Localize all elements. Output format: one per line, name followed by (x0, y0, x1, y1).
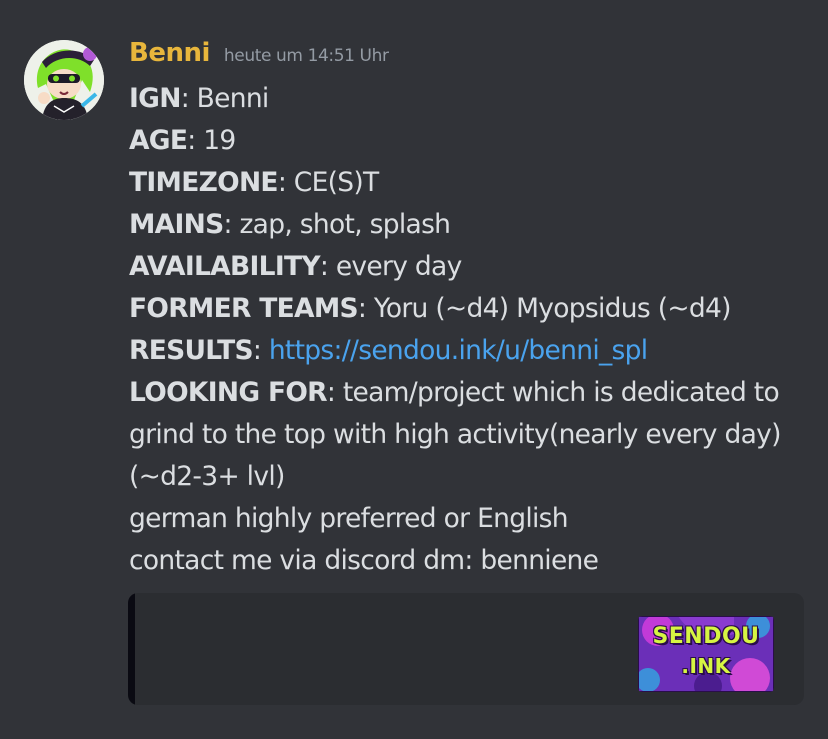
message-line: AVAILABILITY: every day (129, 246, 809, 288)
avatar-image-icon (24, 40, 104, 120)
field-value: CE(S)T (286, 167, 379, 198)
embed-thumbnail[interactable]: SENDOU .INK (638, 616, 774, 692)
field-separator: : (319, 251, 329, 282)
message-line: AGE: 19 (129, 120, 809, 162)
thumbnail-title-line2: .INK (681, 654, 731, 678)
message-line: german highly preferred or English (129, 498, 809, 540)
message-line: IGN: Benni (129, 78, 809, 120)
field-separator: : (252, 335, 269, 366)
field-key: TIMEZONE (129, 167, 279, 198)
link-embed: SENDOU .INK (128, 593, 804, 705)
author-name[interactable]: Benni (129, 38, 210, 68)
message-line: MAINS: zap, shot, splash (129, 204, 809, 246)
message-line: TIMEZONE: CE(S)T (129, 162, 809, 204)
message-line: contact me via discord dm: benniene (129, 540, 809, 582)
field-key: FORMER TEAMS (129, 293, 359, 324)
message-content: IGN: Benni AGE: 19 TIMEZONE: CE(S)T MAIN… (129, 78, 809, 582)
field-key: IGN (129, 83, 181, 114)
field-key: AGE (129, 125, 188, 156)
field-value: zap, shot, splash (231, 209, 451, 240)
message-timestamp: heute um 14:51 Uhr (223, 46, 389, 66)
field-key: RESULTS (129, 335, 254, 366)
field-value: Yoru (~d4) Myopsidus (~d4) (366, 293, 732, 324)
field-value: Benni (188, 83, 270, 114)
field-value: every day (328, 251, 462, 282)
chat-message: Benni heute um 14:51 Uhr IGN: Benni AGE: … (0, 0, 828, 739)
field-separator: : (223, 209, 233, 240)
field-key: LOOKING FOR (129, 377, 328, 408)
field-separator: : (357, 293, 367, 324)
user-avatar[interactable] (24, 40, 104, 120)
field-separator: : (180, 83, 190, 114)
field-value: 19 (195, 125, 236, 156)
field-key: AVAILABILITY (129, 251, 321, 282)
field-key: MAINS (129, 209, 224, 240)
embed-accent-bar (128, 593, 135, 705)
field-separator: : (187, 125, 196, 156)
results-link[interactable]: https://sendou.ink/u/benni_spl (269, 335, 648, 366)
thumbnail-title-line1: SENDOU (652, 624, 760, 649)
message-line: LOOKING FOR: team/project which is dedic… (129, 372, 809, 498)
message-line: RESULTS: https://sendou.ink/u/benni_spl (129, 330, 809, 372)
field-value: contact me via discord dm: benniene (129, 545, 599, 576)
message-header: Benni heute um 14:51 Uhr (129, 38, 389, 74)
field-value: german highly preferred or English (129, 503, 569, 534)
field-separator: : (277, 167, 287, 198)
field-separator: : (326, 377, 336, 408)
message-line: FORMER TEAMS: Yoru (~d4) Myopsidus (~d4) (129, 288, 809, 330)
